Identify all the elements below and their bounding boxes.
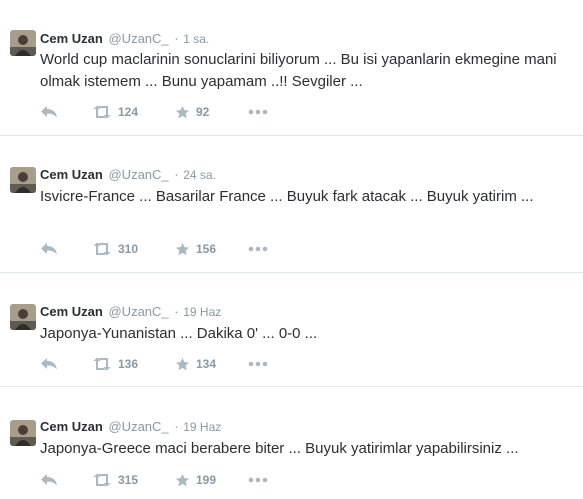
favorite-button[interactable]: 199 [175, 471, 216, 489]
more-icon [248, 109, 268, 115]
reply-icon [41, 474, 57, 486]
separator-dot: · [174, 167, 179, 182]
retweet-icon [93, 105, 111, 119]
retweet-button[interactable]: 124 [92, 103, 138, 121]
tweet-text: Japonya-Yunanistan ... Dakika 0' ... 0-0… [40, 325, 318, 342]
tweet-text: Japonya-Greece maci berabere biter ... B… [40, 440, 519, 457]
favorite-button[interactable]: 156 [175, 240, 216, 258]
tweet-header: Cem Uzan @UzanC_ · 24 sa. [40, 167, 216, 183]
retweet-count: 124 [118, 105, 139, 119]
tweet-header: Cem Uzan @UzanC_ · 19 Haz [40, 304, 221, 320]
tweet-text: World cup maclarinin sonuclarini biliyor… [40, 51, 557, 90]
fullname[interactable]: Cem Uzan [40, 419, 103, 434]
favorite-count: 92 [196, 105, 210, 119]
reply-button[interactable] [40, 240, 58, 258]
avatar[interactable] [10, 420, 36, 446]
tweet-item[interactable]: Cem Uzan @UzanC_ · 19 Haz Japonya-Yunani… [0, 272, 583, 387]
favorite-count: 199 [196, 473, 217, 487]
fullname[interactable]: Cem Uzan [40, 167, 103, 182]
timestamp[interactable]: 1 sa. [183, 32, 209, 46]
retweet-button[interactable]: 315 [92, 471, 138, 489]
reply-button[interactable] [40, 355, 58, 373]
more-button[interactable] [248, 471, 268, 489]
timestamp[interactable]: 19 Haz [183, 305, 221, 319]
more-icon [248, 246, 268, 252]
avatar[interactable] [10, 167, 36, 193]
fullname[interactable]: Cem Uzan [40, 304, 103, 319]
tweet-item[interactable]: Cem Uzan @UzanC_ · 1 sa. World cup macla… [0, 0, 583, 136]
tweet-text: Isvicre-France ... Basarilar France ... … [40, 188, 534, 205]
username[interactable]: @UzanC_ [108, 167, 168, 182]
reply-icon [41, 106, 57, 118]
separator-dot: · [174, 304, 179, 319]
favorite-icon [175, 473, 190, 486]
retweet-icon [93, 357, 111, 371]
avatar[interactable] [10, 30, 36, 56]
favorite-count: 156 [196, 242, 217, 256]
retweet-button[interactable]: 136 [92, 355, 138, 373]
reply-icon [41, 243, 57, 255]
more-button[interactable] [248, 103, 268, 121]
avatar[interactable] [10, 304, 36, 330]
retweet-button[interactable]: 310 [92, 240, 138, 258]
reply-button[interactable] [40, 471, 58, 489]
retweet-count: 310 [118, 242, 139, 256]
reply-icon [41, 358, 57, 370]
separator-dot: · [174, 419, 179, 434]
retweet-icon [93, 242, 111, 256]
favorite-button[interactable]: 134 [175, 355, 216, 373]
username[interactable]: @UzanC_ [108, 304, 168, 319]
more-button[interactable] [248, 240, 268, 258]
more-button[interactable] [248, 355, 268, 373]
retweet-icon [93, 473, 111, 487]
more-icon [248, 361, 268, 367]
tweet-item[interactable]: Cem Uzan @UzanC_ · 24 sa. Isvicre-France… [0, 135, 583, 273]
favorite-button[interactable]: 92 [175, 103, 209, 121]
favorite-icon [175, 242, 190, 255]
favorite-icon [175, 357, 190, 370]
username[interactable]: @UzanC_ [108, 31, 168, 46]
more-icon [248, 477, 268, 483]
tweet-item[interactable]: Cem Uzan @UzanC_ · 19 Haz Japonya-Greece… [0, 386, 583, 499]
separator-dot: · [174, 31, 179, 46]
reply-button[interactable] [40, 103, 58, 121]
retweet-count: 136 [118, 357, 139, 371]
tweet-header: Cem Uzan @UzanC_ · 1 sa. [40, 31, 209, 47]
tweet-header: Cem Uzan @UzanC_ · 19 Haz [40, 419, 221, 435]
favorite-count: 134 [196, 357, 217, 371]
fullname[interactable]: Cem Uzan [40, 31, 103, 46]
timestamp[interactable]: 24 sa. [183, 168, 216, 182]
timestamp[interactable]: 19 Haz [183, 420, 221, 434]
retweet-count: 315 [118, 473, 139, 487]
username[interactable]: @UzanC_ [108, 419, 168, 434]
tweet-timeline: Cem Uzan @UzanC_ · 1 sa. World cup macla… [0, 0, 583, 499]
favorite-icon [175, 105, 190, 118]
